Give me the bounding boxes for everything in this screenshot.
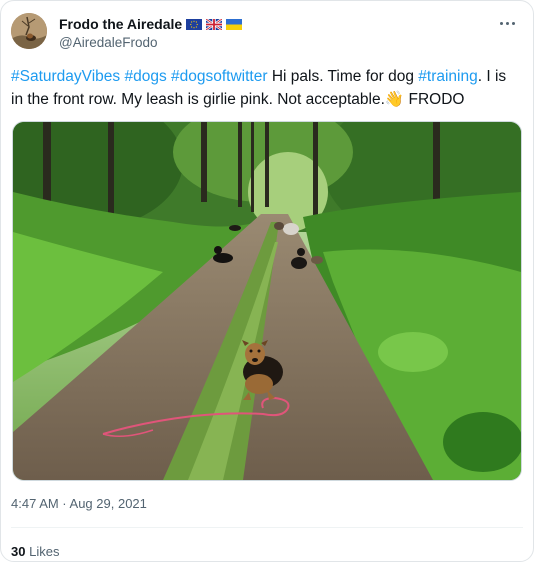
author-names: Frodo the Airedale @AiredaleFrodo <box>59 15 243 50</box>
forest-road-photo <box>13 122 521 480</box>
author-display-name[interactable]: Frodo the Airedale <box>59 16 182 32</box>
tweet-timestamp[interactable]: 4:47 AM · Aug 29, 2021 <box>11 496 147 511</box>
more-options-button[interactable] <box>495 13 519 33</box>
more-dot-icon <box>505 21 509 25</box>
author-avatar[interactable] <box>11 13 47 49</box>
author-handle[interactable]: @AiredaleFrodo <box>59 35 242 50</box>
divider <box>11 527 523 528</box>
waving-hand-icon: 👋 <box>384 90 405 108</box>
uk-flag-icon <box>206 18 223 30</box>
likes-count: 30 <box>11 544 26 559</box>
more-dot-icon <box>499 21 503 25</box>
tweet-header: Frodo the Airedale @AiredaleFrodo <box>11 13 523 53</box>
eu-flag-icon <box>186 18 203 30</box>
likes-label: Likes <box>29 544 60 559</box>
hashtag-link[interactable]: #training <box>418 68 477 85</box>
tweet-text: #SaturdayVibes #dogs #dogsoftwitter Hi p… <box>11 65 516 111</box>
likes-count-link[interactable]: 30 Likes <box>11 544 59 559</box>
tweet-card: Frodo the Airedale @AiredaleFrodo #Satur… <box>0 0 534 562</box>
tweet-text-segment: FRODO <box>404 91 465 108</box>
more-dot-icon <box>511 21 515 25</box>
hashtag-link[interactable]: #SaturdayVibes <box>11 68 120 85</box>
hashtag-link[interactable]: #dogsoftwitter <box>171 68 268 85</box>
hashtag-link[interactable]: #dogs <box>124 68 166 85</box>
tweet-text-segment: Hi pals. Time for dog <box>267 68 419 85</box>
tweet-photo[interactable] <box>12 121 522 481</box>
ukraine-flag-icon <box>226 18 243 30</box>
